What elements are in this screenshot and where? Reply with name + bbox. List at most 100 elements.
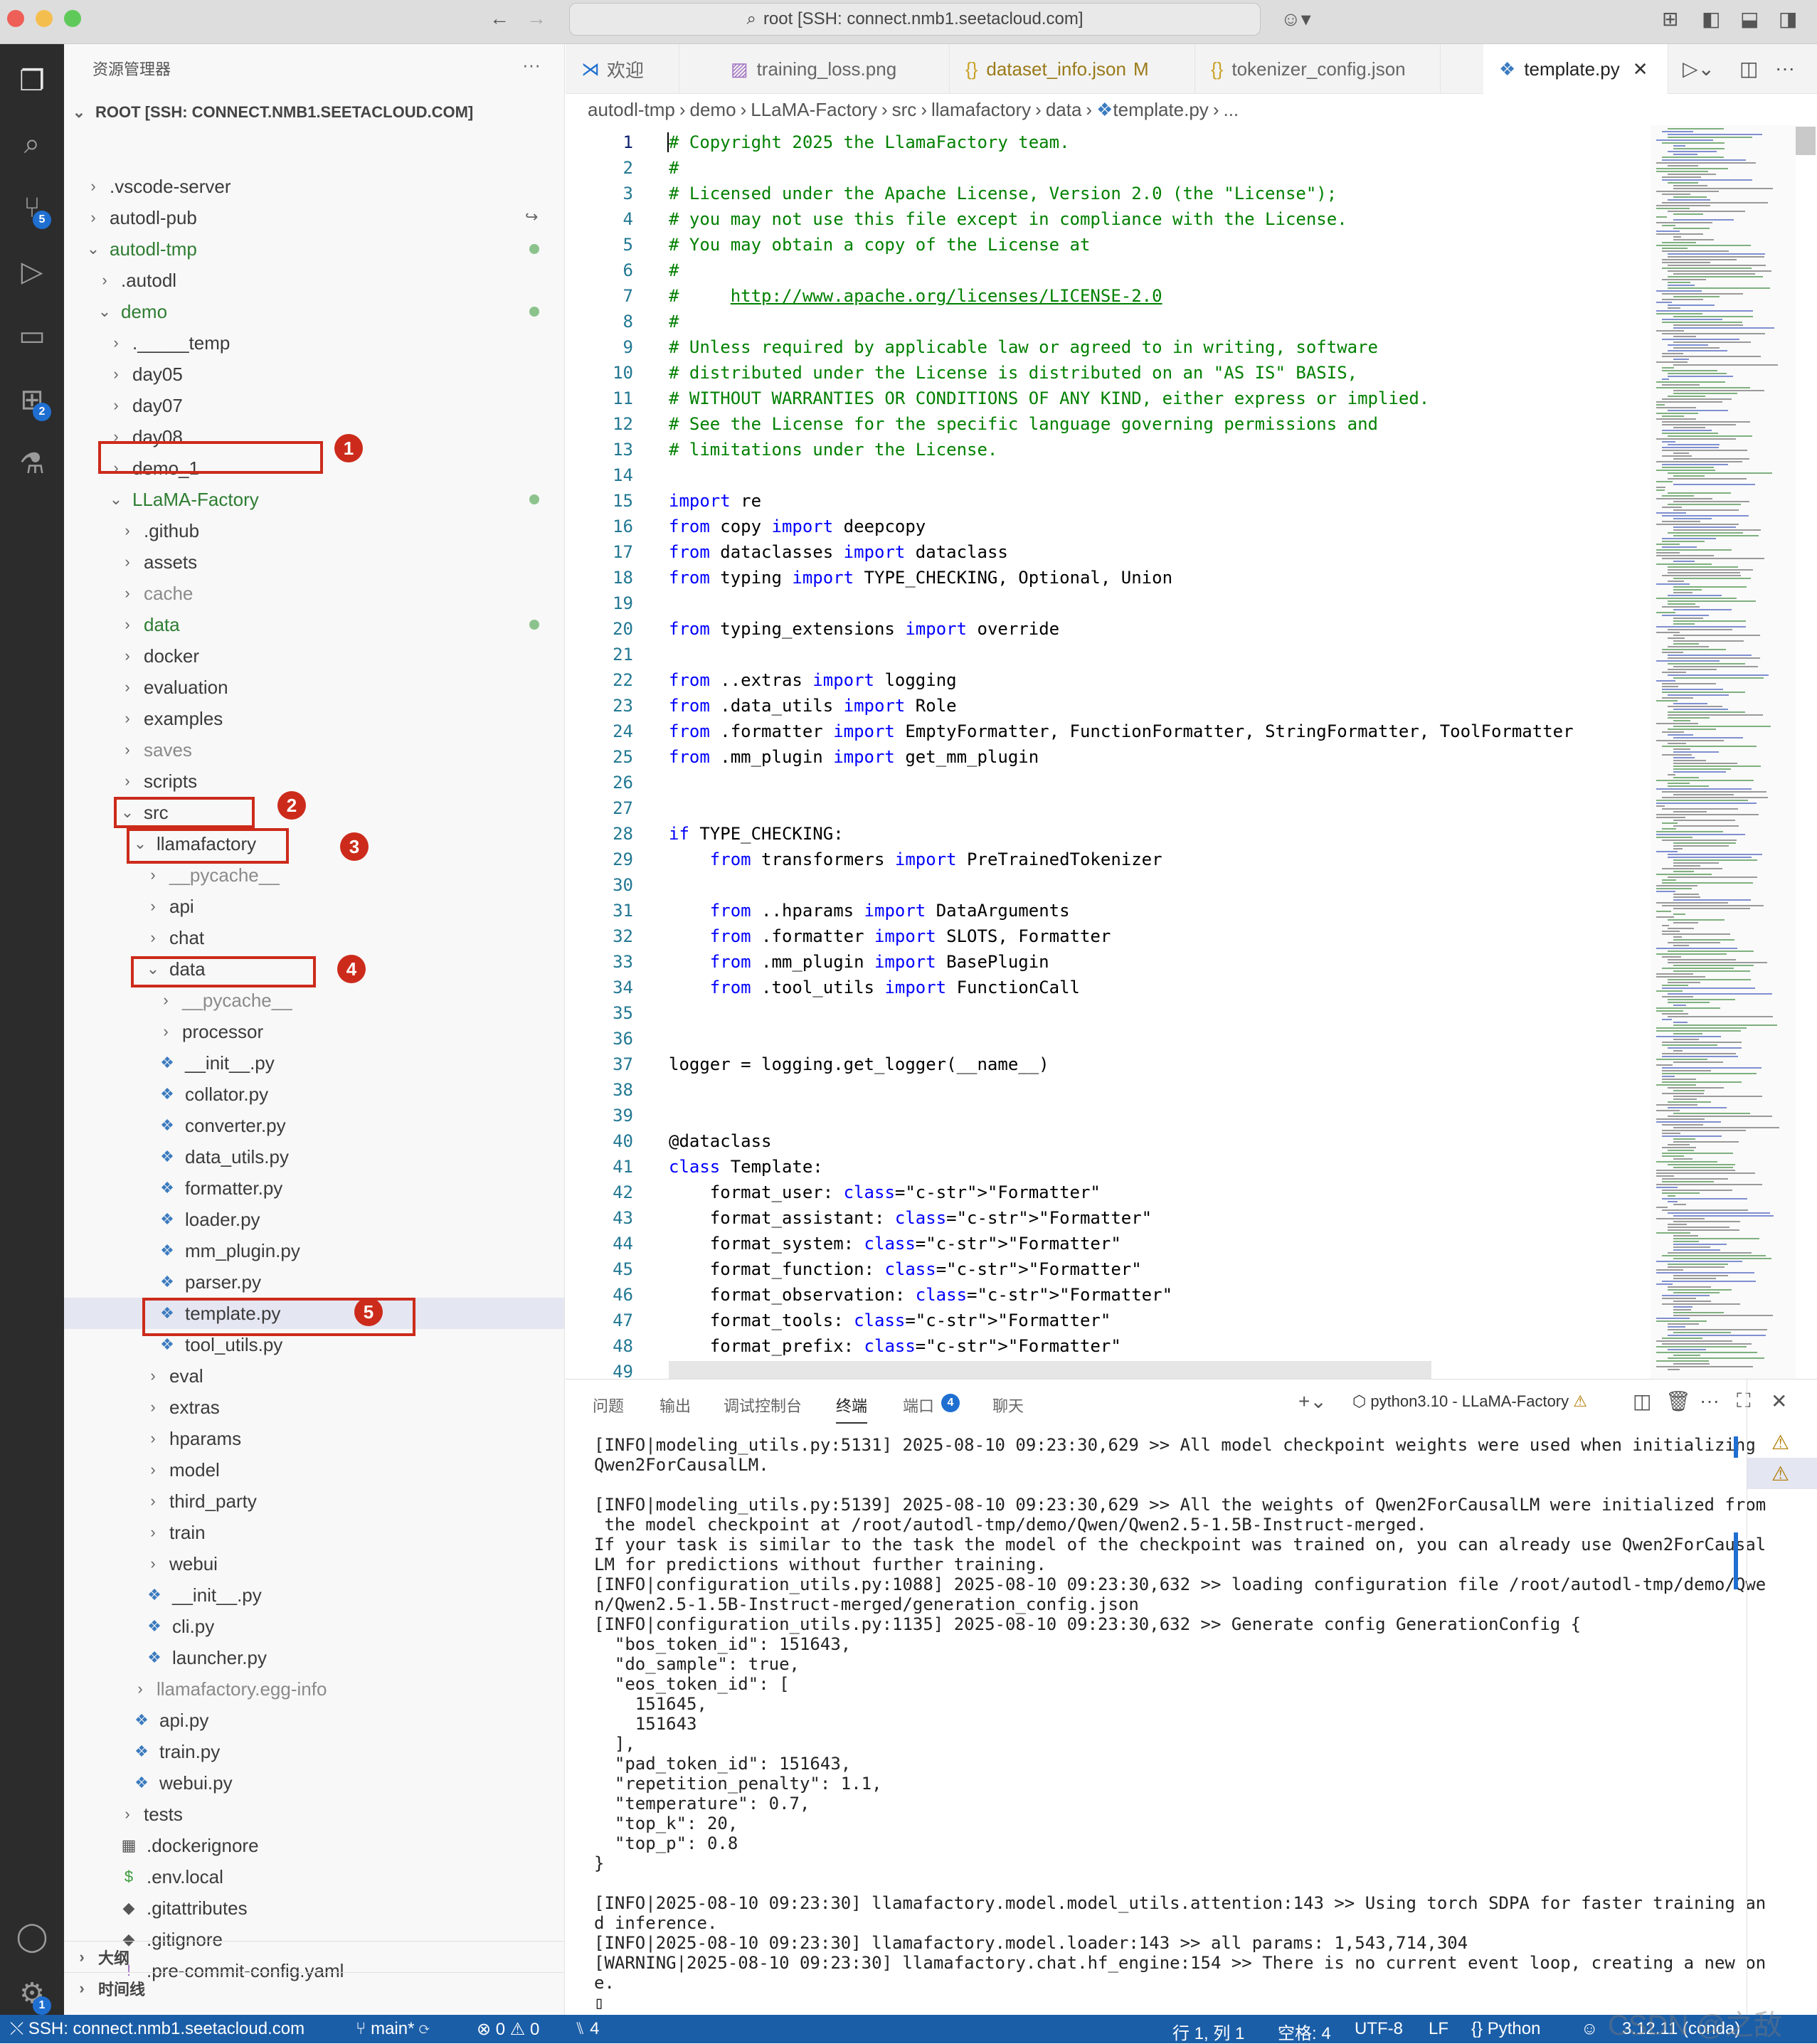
code-line[interactable]: format_user: class="c-str">"Formatter" xyxy=(669,1182,1101,1202)
cursor-position[interactable]: 行 1, 列 1 xyxy=(1172,2019,1244,2044)
code-line[interactable]: # xyxy=(669,312,679,332)
more-actions-icon[interactable]: ··· xyxy=(522,54,541,76)
code-line[interactable]: format_tools: class="c-str">"Formatter" xyxy=(669,1310,1111,1330)
code-line[interactable]: # you may not use this file except in co… xyxy=(669,209,1347,229)
folder-item[interactable]: › day05 xyxy=(64,359,564,390)
code-line[interactable]: from copy import deepcopy xyxy=(669,517,926,536)
close-window-button[interactable] xyxy=(7,10,24,27)
code-line[interactable]: format_prefix: class="c-str">"Formatter" xyxy=(669,1336,1121,1356)
kill-terminal-icon[interactable]: 🗑 xyxy=(1665,1389,1691,1413)
folder-item[interactable]: › train xyxy=(64,1517,564,1548)
folder-item[interactable]: › docker xyxy=(64,640,564,672)
folder-item[interactable]: › ._____temp xyxy=(64,327,564,359)
file-item[interactable]: ❖ collator.py xyxy=(64,1079,564,1110)
code-line[interactable]: # Licensed under the Apache License, Ver… xyxy=(669,184,1337,203)
toggle-panel-icon[interactable]: ⬓ xyxy=(1740,7,1759,31)
remote-indicator[interactable]: ⤬ SSH: connect.nmb1.seetacloud.com xyxy=(10,2019,304,2039)
file-item[interactable]: ❖ parser.py xyxy=(64,1266,564,1298)
tab-output[interactable]: 输出 xyxy=(659,1394,691,1416)
settings-gear-icon[interactable]: ⚙ 1 xyxy=(0,1965,64,2022)
code-line[interactable]: from .formatter import EmptyFormatter, F… xyxy=(669,721,1574,741)
close-tab-icon[interactable]: ✕ xyxy=(1633,58,1648,80)
file-item[interactable]: ❖ api.py xyxy=(64,1705,564,1736)
split-editor-icon[interactable]: ◫ xyxy=(1739,57,1758,80)
code-line[interactable]: from ..extras import logging xyxy=(669,670,957,690)
folder-item[interactable]: › __pycache__ xyxy=(64,859,564,891)
folder-item[interactable]: › api xyxy=(64,891,564,922)
language-mode[interactable]: {} Python xyxy=(1471,2019,1540,2039)
folder-item[interactable]: › third_party xyxy=(64,1486,564,1517)
tab-tokenizer-config[interactable]: {} tokenizer_config.json xyxy=(1195,44,1441,94)
layout-controls-icon[interactable]: ⊞ xyxy=(1662,7,1678,31)
folder-item[interactable]: ⌄ demo xyxy=(64,296,564,327)
editor-scrollbar[interactable] xyxy=(1796,127,1816,155)
explorer-root[interactable]: ⌄ ROOT [SSH: CONNECT.NMB1.SEETACLOUD.COM… xyxy=(71,98,562,127)
breadcrumb-item[interactable]: data xyxy=(1046,99,1082,121)
file-item[interactable]: ❖ launcher.py xyxy=(64,1642,564,1673)
breadcrumb-item[interactable]: ... xyxy=(1223,99,1239,121)
file-item[interactable]: $ .env.local xyxy=(64,1861,564,1892)
code-line[interactable]: # Copyright 2025 the LlamaFactory team. xyxy=(669,132,1070,152)
copilot-icon[interactable]: ☺▾ xyxy=(1281,7,1311,31)
code-line[interactable]: from .mm_plugin import BasePlugin xyxy=(669,952,1049,972)
folder-item[interactable]: › extras xyxy=(64,1392,564,1423)
folder-item[interactable]: › assets xyxy=(64,546,564,578)
file-item[interactable]: ❖ cli.py xyxy=(64,1611,564,1642)
folder-item[interactable]: ⌄ LLaMA-Factory xyxy=(64,484,564,515)
folder-item[interactable]: › chat xyxy=(64,922,564,953)
file-item[interactable]: ❖ loader.py xyxy=(64,1204,564,1235)
indentation[interactable]: 空格: 4 xyxy=(1278,2019,1331,2044)
more-actions-icon[interactable]: ··· xyxy=(1700,1389,1720,1412)
file-item[interactable]: ❖ __init__.py xyxy=(64,1047,564,1079)
code-line[interactable]: format_assistant: class="c-str">"Formatt… xyxy=(669,1208,1152,1228)
folder-item[interactable]: › data xyxy=(64,609,564,640)
file-item[interactable]: ❖ __init__.py xyxy=(64,1579,564,1611)
more-actions-icon[interactable]: ··· xyxy=(1775,57,1795,80)
code-line[interactable]: from .formatter import SLOTS, Formatter xyxy=(669,926,1111,946)
breadcrumb-item[interactable]: LLaMA-Factory xyxy=(751,99,877,121)
file-item[interactable]: ◆ .gitattributes xyxy=(64,1892,564,1924)
terminal-tab-active[interactable]: ⚠ xyxy=(1747,1458,1817,1489)
code-line[interactable]: # distributed under the License is distr… xyxy=(669,363,1357,383)
folder-item[interactable]: › __pycache__ xyxy=(64,985,564,1016)
folder-item[interactable]: › tests xyxy=(64,1799,564,1830)
file-item[interactable]: ❖ webui.py xyxy=(64,1767,564,1799)
tab-problems[interactable]: 问题 xyxy=(593,1394,624,1416)
folder-item[interactable]: › cache xyxy=(64,578,564,609)
new-terminal-icon[interactable]: +⌄ xyxy=(1298,1389,1327,1413)
file-item[interactable]: ▦ .dockerignore xyxy=(64,1830,564,1861)
forward-arrow-icon[interactable]: → xyxy=(526,7,546,30)
folder-item[interactable]: › day07 xyxy=(64,390,564,421)
breadcrumb-item[interactable]: llamafactory xyxy=(931,99,1031,121)
explorer-icon[interactable]: ❐ xyxy=(0,53,64,110)
run-python-file-icon[interactable]: ▷⌄ xyxy=(1683,57,1715,80)
folder-item[interactable]: › hparams xyxy=(64,1423,564,1454)
outline-section[interactable]: › 大纲 xyxy=(64,1941,564,1972)
back-arrow-icon[interactable]: ← xyxy=(489,7,509,30)
code-line[interactable]: # Unless required by applicable law or a… xyxy=(669,337,1378,357)
timeline-section[interactable]: › 时间线 xyxy=(64,1972,564,2003)
branch-indicator[interactable]: ⑂ main* ⟳ xyxy=(356,2019,430,2039)
code-line[interactable]: # http://www.apache.org/licenses/LICENSE… xyxy=(669,286,1162,306)
code-line[interactable]: from typing_extensions import override xyxy=(669,619,1059,639)
breadcrumb-item[interactable]: template.py xyxy=(1113,99,1208,121)
code-line[interactable]: # WITHOUT WARRANTIES OR CONDITIONS OF AN… xyxy=(669,388,1429,408)
toggle-secondary-sidebar-icon[interactable]: ◨ xyxy=(1779,7,1797,31)
encoding[interactable]: UTF-8 xyxy=(1355,2019,1403,2039)
tab-debug-console[interactable]: 调试控制台 xyxy=(724,1394,802,1416)
folder-item[interactable]: › .autodl xyxy=(64,265,564,296)
maximize-window-button[interactable] xyxy=(64,10,81,27)
code-line[interactable]: logger = logging.get_logger(__name__) xyxy=(669,1054,1049,1074)
code-line[interactable]: format_system: class="c-str">"Formatter" xyxy=(669,1234,1121,1254)
folder-item[interactable]: › llamafactory.egg-info xyxy=(64,1673,564,1705)
line-endings[interactable]: LF xyxy=(1429,2019,1448,2039)
code-line[interactable]: # limitations under the License. xyxy=(669,440,997,460)
terminal-output[interactable]: [INFO|modeling_utils.py:5131] 2025-08-10… xyxy=(594,1435,1766,2013)
code-line[interactable]: format_observation: class="c-str">"Forma… xyxy=(669,1285,1172,1305)
folder-item[interactable]: › model xyxy=(64,1454,564,1486)
folder-item[interactable]: › autodl-pub xyxy=(64,202,564,233)
folder-item[interactable]: › eval xyxy=(64,1360,564,1392)
toggle-sidebar-icon[interactable]: ◧ xyxy=(1702,7,1720,31)
file-item[interactable]: ❖ converter.py xyxy=(64,1110,564,1141)
tab-template-py[interactable]: ❖ template.py ✕ xyxy=(1483,44,1668,94)
